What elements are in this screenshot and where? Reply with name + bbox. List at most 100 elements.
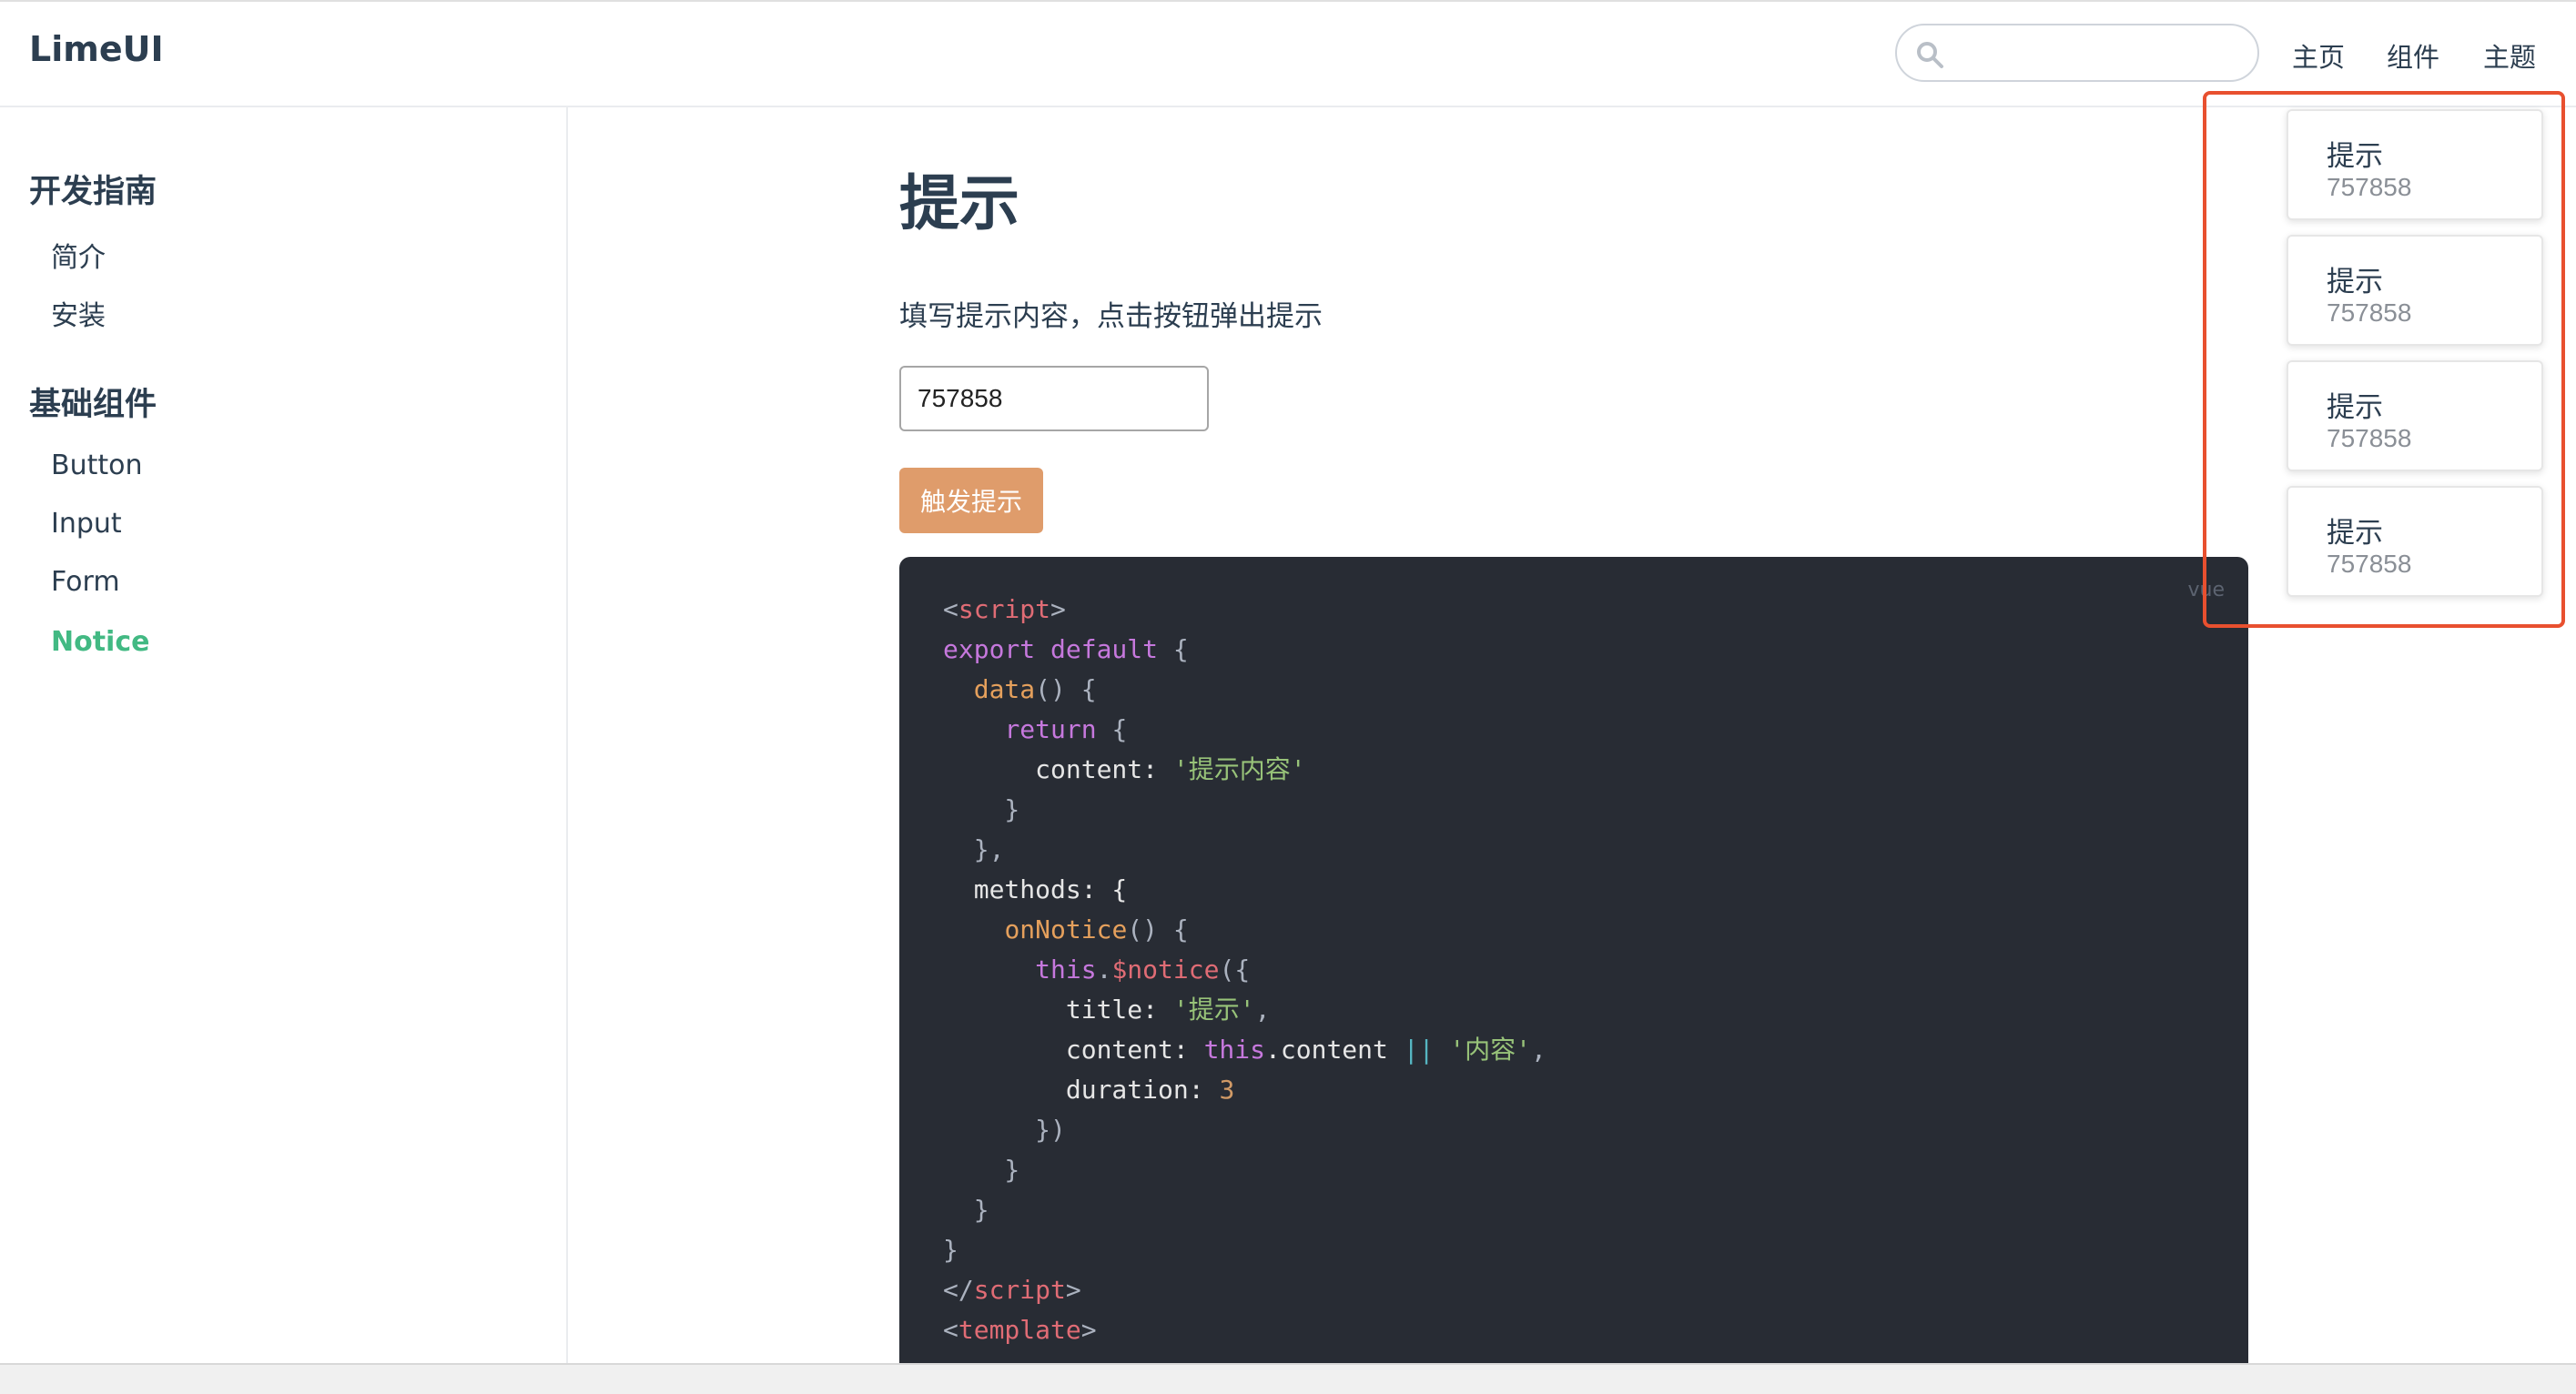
search-box[interactable] — [1895, 24, 2259, 82]
search-input[interactable] — [1955, 35, 2241, 73]
code-token: () { — [1127, 914, 1189, 944]
code-token: }) — [943, 1115, 1066, 1145]
code-line: }) — [943, 1110, 1547, 1150]
code-token: $notice — [1111, 955, 1220, 985]
notice-card[interactable]: 提示 757858 — [2287, 235, 2543, 346]
code-line: data() { — [943, 670, 1547, 710]
bottom-strip — [0, 1363, 2576, 1394]
code-line: title: '提示', — [943, 990, 1547, 1030]
navbar: LimeUI 主页 组件 主题 — [0, 2, 2576, 107]
code-line: }, — [943, 830, 1547, 870]
code-token: script — [958, 594, 1051, 624]
code-token: || — [1403, 1035, 1435, 1065]
sidebar-item-input[interactable]: Input — [51, 508, 122, 540]
code-token: } — [943, 1235, 958, 1265]
code-token: > — [1080, 1315, 1097, 1345]
code-line: <template> — [943, 1310, 1547, 1350]
notice-card[interactable]: 提示 757858 — [2287, 109, 2543, 220]
code-line: } — [943, 790, 1547, 830]
code-token: '提示' — [1172, 995, 1255, 1025]
code-line: duration: 3 — [943, 1070, 1547, 1110]
code-token: '提示内容' — [1172, 754, 1306, 784]
code-token: , — [1531, 1035, 1547, 1065]
code-token: . — [1096, 955, 1112, 985]
code-token: title: — [943, 995, 1173, 1025]
code-line: methods: { — [943, 870, 1547, 910]
code-line: this.$notice({ — [943, 950, 1547, 990]
code-token: content: — [943, 1035, 1204, 1065]
notice-content: 757858 — [2327, 550, 2412, 578]
code-token: duration: — [943, 1075, 1220, 1105]
notice-content: 757858 — [2327, 173, 2412, 201]
code-token: }, — [943, 834, 1005, 864]
code-token: template — [958, 1315, 1081, 1345]
nav-theme[interactable]: 主题 — [2483, 36, 2536, 75]
page-title: 提示 — [899, 168, 1019, 238]
notice-content: 757858 — [2327, 424, 2412, 452]
code-line: onNotice() { — [943, 910, 1547, 950]
logo[interactable]: LimeUI — [29, 29, 164, 69]
code-line: } — [943, 1150, 1547, 1190]
code-line: </script> — [943, 1270, 1547, 1310]
code-token: </ — [943, 1275, 974, 1305]
code-token: > — [1065, 1275, 1081, 1305]
notice-card[interactable]: 提示 757858 — [2287, 360, 2543, 471]
code-token: return — [1004, 714, 1097, 744]
code-token: { — [1158, 634, 1189, 664]
notice-title: 提示 — [2327, 517, 2383, 550]
sidebar-item-intro[interactable]: 简介 — [51, 235, 106, 275]
code-lines: <script> export default { data() { return… — [943, 590, 1547, 1350]
code-line: } — [943, 1230, 1547, 1270]
sidebar: 开发指南 简介 安装 基础组件 Button Input Form Notice — [0, 107, 568, 1363]
trigger-notice-button[interactable]: 触发提示 — [899, 468, 1043, 533]
code-token: () { — [1035, 674, 1097, 704]
code-token: export default — [943, 634, 1159, 664]
notice-title: 提示 — [2327, 391, 2383, 424]
code-token: } — [943, 794, 1020, 824]
code-token: .content — [1265, 1035, 1404, 1065]
code-token: < — [943, 594, 958, 624]
search-icon — [1917, 42, 1943, 68]
page-description: 填写提示内容，点击按钮弹出提示 — [899, 300, 1323, 333]
notice-content-input[interactable] — [899, 366, 1209, 431]
code-line: content: '提示内容' — [943, 750, 1547, 790]
code-token: script — [973, 1275, 1066, 1305]
nav-home[interactable]: 主页 — [2292, 36, 2345, 75]
notice-card[interactable]: 提示 757858 — [2287, 486, 2543, 597]
code-token: , — [1254, 995, 1271, 1025]
code-token: onNotice — [1004, 914, 1128, 944]
code-token: < — [943, 1315, 958, 1345]
code-token: } — [943, 1155, 1020, 1185]
notice-title: 提示 — [2327, 266, 2383, 298]
code-token: '内容' — [1449, 1035, 1532, 1065]
code-token: 3 — [1219, 1075, 1235, 1105]
code-token: { — [1096, 714, 1128, 744]
code-block: vue <script> export default { data() { re… — [899, 557, 2248, 1376]
code-token: ({ — [1219, 955, 1251, 985]
code-token: methods: { — [943, 874, 1128, 904]
sidebar-group-guide: 开发指南 — [29, 174, 157, 210]
sidebar-item-form[interactable]: Form — [51, 566, 120, 598]
code-token: this — [1035, 955, 1097, 985]
code-line: } — [943, 1190, 1547, 1230]
notice-content: 757858 — [2327, 298, 2412, 327]
code-token: content: — [943, 754, 1173, 784]
sidebar-item-button[interactable]: Button — [51, 450, 143, 481]
sidebar-item-install[interactable]: 安装 — [51, 293, 106, 333]
notice-title: 提示 — [2327, 140, 2383, 173]
code-token: data — [973, 674, 1036, 704]
code-token: this — [1203, 1035, 1266, 1065]
nav-components[interactable]: 组件 — [2387, 36, 2439, 75]
sidebar-item-notice[interactable]: Notice — [51, 626, 149, 658]
code-token: > — [1050, 594, 1066, 624]
code-line: <script> — [943, 590, 1547, 630]
code-line: return { — [943, 710, 1547, 750]
sidebar-group-basic-components: 基础组件 — [29, 387, 157, 423]
code-token: } — [943, 1195, 989, 1225]
code-line: export default { — [943, 630, 1547, 670]
